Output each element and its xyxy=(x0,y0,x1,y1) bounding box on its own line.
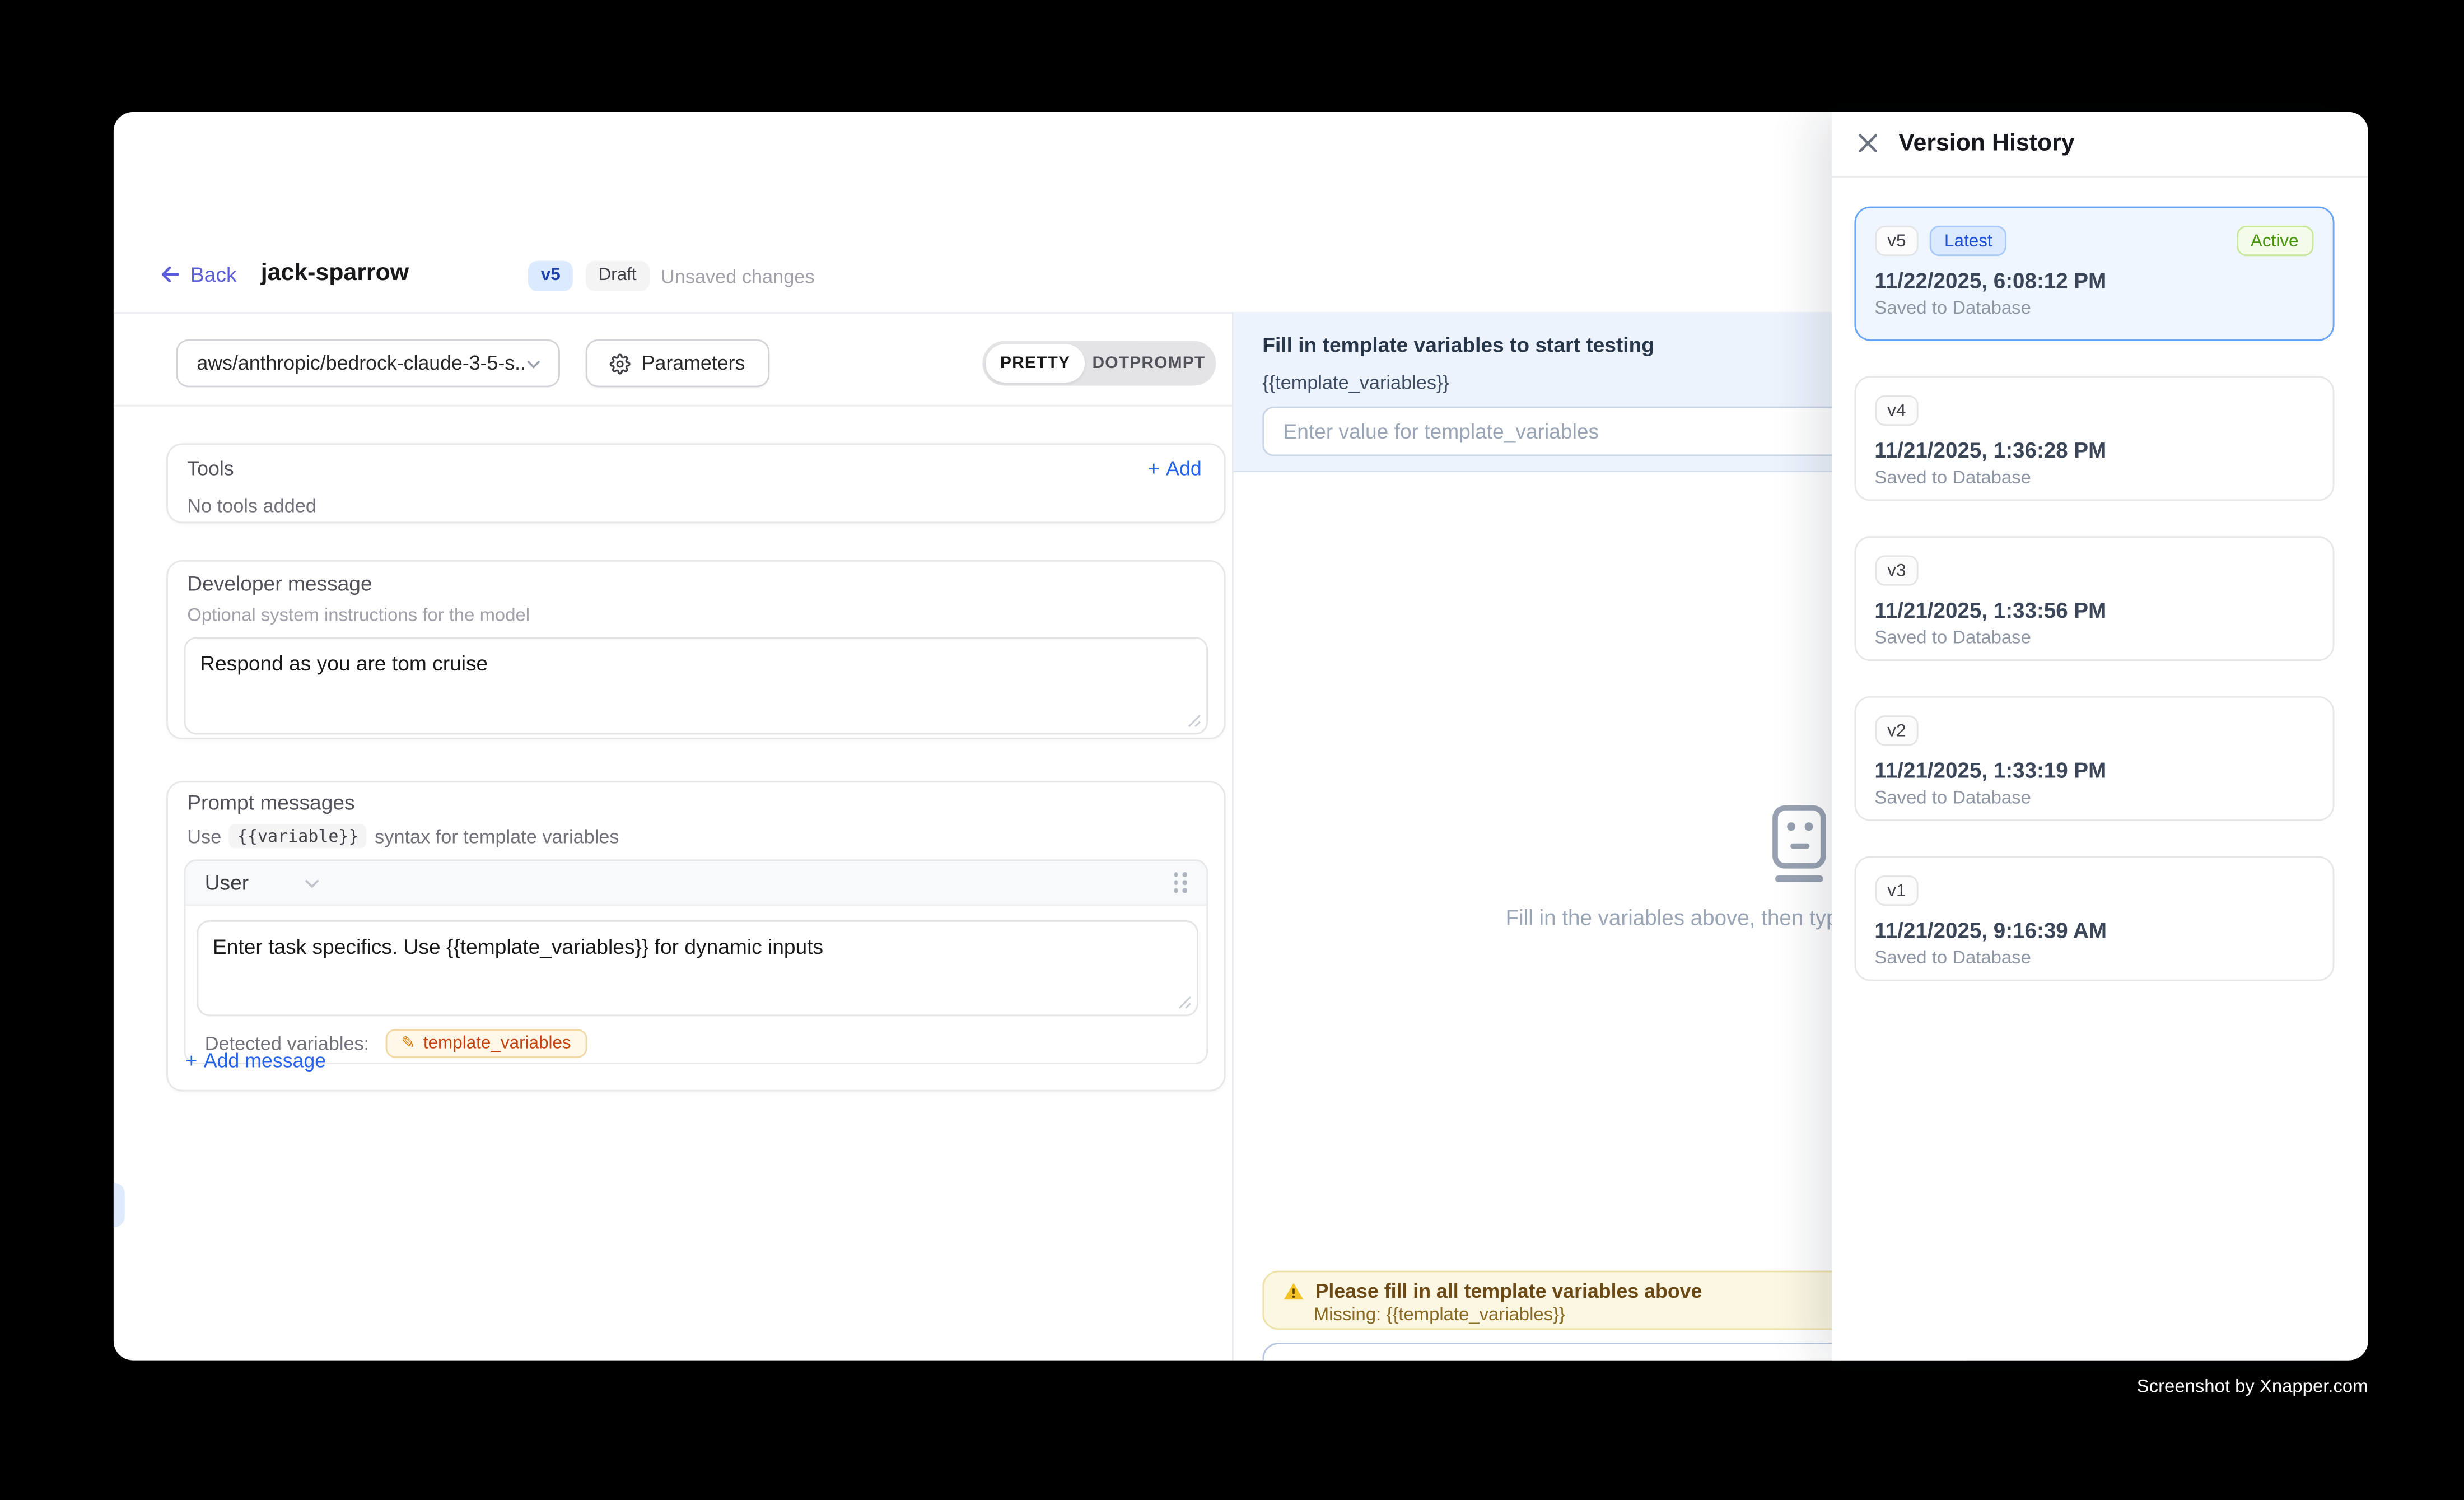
add-tool-label: Add xyxy=(1166,458,1202,480)
message-block: User Enter task specifics. Use {{templat… xyxy=(184,859,1208,1064)
plus-icon: + xyxy=(185,1050,197,1072)
unsaved-changes-label: Unsaved changes xyxy=(661,265,815,287)
plus-icon: + xyxy=(1148,458,1160,480)
prompt-messages-card: Prompt messages Use {{variable}} syntax … xyxy=(166,781,1225,1091)
developer-message-label: Developer message xyxy=(187,571,1208,595)
version-saved-status: Saved to Database xyxy=(1874,949,2313,968)
parameters-button[interactable]: Parameters xyxy=(586,339,769,388)
version-history-panel: Version History v5 Latest Active 11/22/2… xyxy=(1831,112,2368,1359)
syntax-hint-prefix: Use xyxy=(187,825,221,847)
version-timestamp: 11/21/2025, 9:16:39 AM xyxy=(1874,919,2313,943)
chevron-down-icon xyxy=(525,355,542,372)
version-number-badge: v1 xyxy=(1874,875,1919,906)
gear-icon xyxy=(610,353,631,374)
warning-icon xyxy=(1283,1282,1304,1301)
version-timestamp: 11/21/2025, 1:33:19 PM xyxy=(1874,758,2313,782)
syntax-hint-suffix: syntax for template variables xyxy=(375,825,619,847)
version-timestamp: 11/22/2025, 6:08:12 PM xyxy=(1874,269,2313,293)
page-title: jack-sparrow xyxy=(261,259,409,287)
active-badge: Active xyxy=(2236,226,2313,256)
chevron-down-icon xyxy=(303,873,322,892)
developer-message-card: Developer message Optional system instru… xyxy=(166,560,1225,739)
version-badge: v5 xyxy=(528,260,573,290)
version-number-badge: v5 xyxy=(1874,226,1919,256)
message-header: User xyxy=(185,861,1206,906)
version-saved-status: Saved to Database xyxy=(1874,629,2313,648)
warning-title: Please fill in all template variables ab… xyxy=(1315,1280,1702,1303)
version-number-badge: v2 xyxy=(1874,715,1919,746)
drag-handle[interactable] xyxy=(1174,873,1187,893)
detected-variable-chip[interactable]: ✎ template_variables xyxy=(385,1029,587,1058)
developer-message-input[interactable]: Respond as you are tom cruise xyxy=(185,639,1206,733)
role-select[interactable]: User xyxy=(205,870,323,895)
add-tool-button[interactable]: + Add xyxy=(1148,458,1202,480)
tools-card: Tools + Add No tools added xyxy=(166,443,1225,523)
bot-face-icon xyxy=(1770,805,1831,885)
prompt-messages-label: Prompt messages xyxy=(187,790,1208,814)
tools-empty-text: No tools added xyxy=(187,495,1201,517)
variable-syntax-chip: {{variable}} xyxy=(230,824,367,848)
version-timestamp: 11/21/2025, 1:36:28 PM xyxy=(1874,439,2313,463)
version-saved-status: Saved to Database xyxy=(1874,299,2313,318)
detected-variable-name: template_variables xyxy=(423,1034,571,1053)
message-input[interactable]: Enter task specifics. Use {{template_var… xyxy=(198,922,1197,1015)
version-timestamp: 11/21/2025, 1:33:56 PM xyxy=(1874,599,2313,623)
model-select-value: aws/anthropic/bedrock-claude-3-5-s... xyxy=(197,352,525,375)
latest-badge: Latest xyxy=(1930,226,2006,256)
back-label: Back xyxy=(190,263,237,287)
version-card-v1[interactable]: v1 11/21/2025, 9:16:39 AM Saved to Datab… xyxy=(1854,856,2334,981)
toggle-dotprompt[interactable]: DOTPROMPT xyxy=(1085,344,1213,383)
role-select-value: User xyxy=(205,870,249,895)
pencil-icon: ✎ xyxy=(401,1034,415,1053)
back-button[interactable]: Back xyxy=(160,263,237,287)
model-row-divider xyxy=(114,404,1232,406)
version-history-header: Version History xyxy=(1831,112,2368,177)
developer-message-hint: Optional system instructions for the mod… xyxy=(187,607,1208,626)
parameters-label: Parameters xyxy=(642,352,745,375)
version-saved-status: Saved to Database xyxy=(1874,469,2313,488)
empty-state-text: Fill in the variables above, then typ xyxy=(1506,906,1838,930)
screenshot-stage: Back jack-sparrow v5 Draft Unsaved chang… xyxy=(0,0,2464,1500)
tools-label: Tools xyxy=(187,458,234,480)
add-message-button[interactable]: + Add message xyxy=(185,1050,326,1072)
watermark-text: Screenshot by Xnapper.com xyxy=(2137,1378,2368,1397)
version-card-v3[interactable]: v3 11/21/2025, 1:33:56 PM Saved to Datab… xyxy=(1854,536,2334,661)
version-history-title: Version History xyxy=(1898,130,2074,157)
toggle-pretty[interactable]: PRETTY xyxy=(986,344,1085,383)
close-button[interactable] xyxy=(1851,126,1886,161)
close-icon xyxy=(1858,133,1878,154)
version-card-v5[interactable]: v5 Latest Active 11/22/2025, 6:08:12 PM … xyxy=(1854,207,2334,341)
version-card-v4[interactable]: v4 11/21/2025, 1:36:28 PM Saved to Datab… xyxy=(1854,376,2334,501)
version-card-v2[interactable]: v2 11/21/2025, 1:33:19 PM Saved to Datab… xyxy=(1854,696,2334,821)
version-number-badge: v3 xyxy=(1874,555,1919,585)
edge-peek-button[interactable] xyxy=(114,1182,125,1227)
version-number-badge: v4 xyxy=(1874,395,1919,426)
syntax-hint: Use {{variable}} syntax for template var… xyxy=(187,824,1208,848)
back-arrow-icon xyxy=(160,264,181,285)
add-message-label: Add message xyxy=(204,1050,326,1072)
version-saved-status: Saved to Database xyxy=(1874,789,2313,808)
draft-badge: Draft xyxy=(586,260,650,290)
format-toggle: PRETTY DOTPROMPT xyxy=(982,341,1216,386)
model-select[interactable]: aws/anthropic/bedrock-claude-3-5-s... xyxy=(176,339,560,388)
